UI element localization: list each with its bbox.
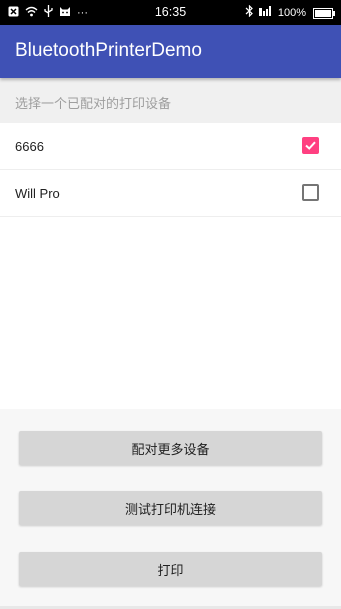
device-section-header-text: 选择一个已配对的打印设备: [15, 97, 172, 112]
test-printer-connection-button[interactable]: 测试打印机连接: [19, 491, 322, 525]
pair-more-devices-button[interactable]: 配对更多设备: [19, 431, 322, 465]
print-button[interactable]: 打印: [19, 552, 322, 586]
device-checkbox[interactable]: [302, 184, 319, 201]
check-icon: [305, 141, 316, 150]
device-name: 6666: [15, 139, 44, 154]
device-list-item[interactable]: Will Pro: [0, 170, 341, 217]
screen: ··· 16:35 100% BluetoothPrinterDemo 选择一个…: [0, 0, 341, 609]
action-panel: 配对更多设备 测试打印机连接 打印: [0, 409, 341, 609]
status-right-icons: 100%: [245, 4, 335, 21]
battery-percent: 100%: [277, 7, 306, 19]
app-bar: BluetoothPrinterDemo: [0, 25, 341, 78]
battery-level-fill: [315, 9, 331, 17]
device-name: Will Pro: [15, 186, 60, 201]
device-checkbox[interactable]: [302, 137, 319, 154]
battery-icon: [313, 7, 335, 19]
bluetooth-icon: [245, 4, 254, 21]
status-bar: ··· 16:35 100%: [0, 0, 341, 25]
signal-icon: [258, 5, 273, 21]
device-list: 6666 Will Pro: [0, 123, 341, 217]
device-section-header: 选择一个已配对的打印设备: [0, 78, 341, 123]
app-title: BluetoothPrinterDemo: [15, 40, 202, 61]
device-list-item[interactable]: 6666: [0, 123, 341, 170]
